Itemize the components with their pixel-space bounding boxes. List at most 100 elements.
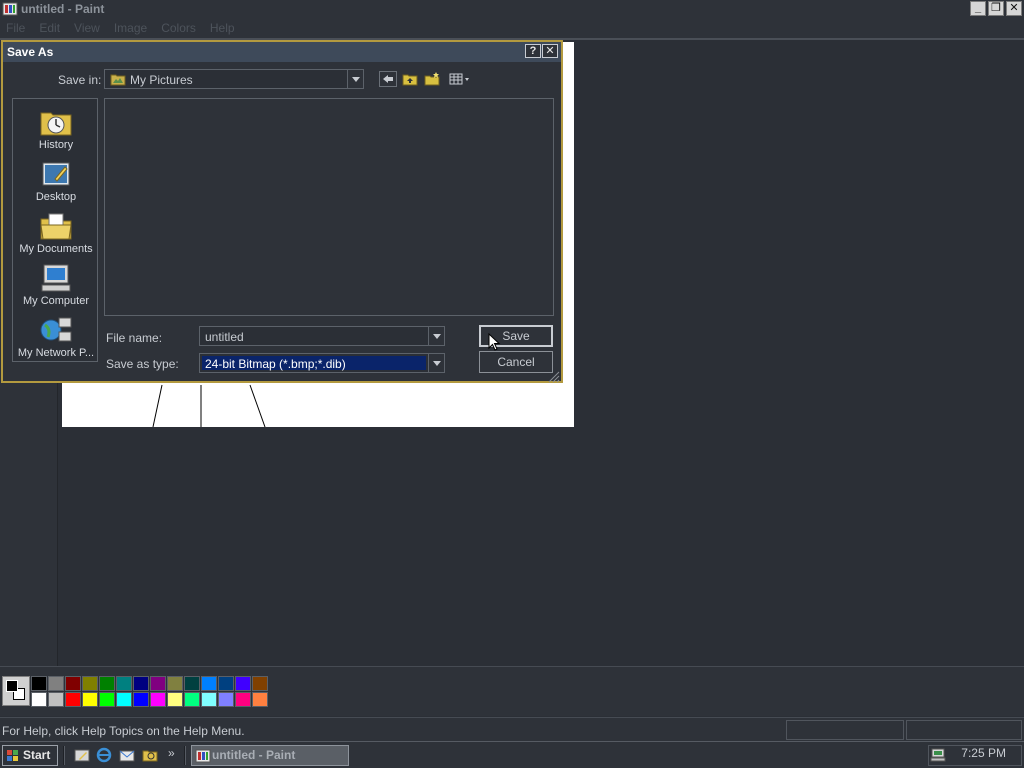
color-swatch[interactable] <box>235 676 251 691</box>
paint-app-icon <box>195 749 211 763</box>
color-swatch[interactable] <box>184 676 200 691</box>
minimize-button[interactable]: _ <box>970 1 986 16</box>
my-computer-icon <box>41 264 71 292</box>
restore-button[interactable]: ❐ <box>988 1 1004 16</box>
current-colors[interactable] <box>2 676 30 706</box>
color-swatch[interactable] <box>99 676 115 691</box>
color-swatch[interactable] <box>133 692 149 707</box>
color-swatch[interactable] <box>252 692 268 707</box>
resize-grip-icon[interactable] <box>548 371 560 383</box>
save-as-dialog: Save As ? ✕ Save in: My Pictures History… <box>1 40 563 383</box>
color-swatch[interactable] <box>184 692 200 707</box>
windows-logo-icon <box>7 750 18 761</box>
color-swatch[interactable] <box>150 676 166 691</box>
window-title: untitled - Paint <box>21 2 105 16</box>
place-label: My Documents <box>19 243 93 255</box>
quicklaunch-divider <box>63 746 65 765</box>
place-my-computer[interactable]: My Computer <box>13 259 99 311</box>
internet-explorer-icon[interactable] <box>96 747 112 763</box>
menu-colors[interactable]: Colors <box>161 21 196 35</box>
menu-help[interactable]: Help <box>210 21 235 35</box>
color-swatch[interactable] <box>48 692 64 707</box>
status-pane-coords <box>786 720 904 740</box>
chevron-down-icon[interactable] <box>428 354 444 372</box>
back-icon[interactable] <box>379 71 397 87</box>
menu-image[interactable]: Image <box>114 21 147 35</box>
foreground-color <box>6 680 18 692</box>
color-swatch[interactable] <box>31 676 47 691</box>
color-swatch[interactable] <box>99 692 115 707</box>
color-swatch[interactable] <box>150 692 166 707</box>
dialog-title: Save As <box>7 45 54 59</box>
place-desktop[interactable]: Desktop <box>13 155 99 207</box>
color-swatch[interactable] <box>116 676 132 691</box>
menu-view[interactable]: View <box>74 21 100 35</box>
desktop-icon <box>42 162 70 186</box>
network-tray-icon[interactable] <box>930 747 946 763</box>
place-label: My Computer <box>22 295 90 307</box>
menu-edit[interactable]: Edit <box>39 21 60 35</box>
color-swatch[interactable] <box>65 692 81 707</box>
dialog-close-button[interactable]: ✕ <box>542 44 558 58</box>
color-swatch[interactable] <box>31 692 47 707</box>
color-swatch[interactable] <box>218 676 234 691</box>
menu-bar: File Edit View Image Colors Help <box>0 18 1024 38</box>
place-label: Desktop <box>35 191 77 203</box>
color-swatch[interactable] <box>167 692 183 707</box>
place-my-network-places[interactable]: My Network P... <box>13 311 99 363</box>
taskbar-item-label: untitled - Paint <box>212 748 296 762</box>
place-history[interactable]: History <box>13 103 99 155</box>
dialog-title-bar[interactable]: Save As ? ✕ <box>3 42 561 62</box>
save-as-type-label: Save as type: <box>106 357 179 371</box>
view-menu-icon[interactable] <box>449 71 475 87</box>
chevron-down-icon[interactable] <box>347 70 363 88</box>
place-my-documents[interactable]: My Documents <box>13 207 99 259</box>
mouse-cursor-icon <box>488 333 501 351</box>
chevron-right-icon[interactable]: » <box>168 746 175 760</box>
color-swatch[interactable] <box>201 676 217 691</box>
windows-explorer-icon[interactable] <box>142 747 158 763</box>
taskbar: Start » untitled - Paint 7:25 PM <box>0 741 1024 768</box>
save-in-dropdown[interactable]: My Pictures <box>104 69 364 89</box>
new-folder-icon[interactable] <box>423 71 441 87</box>
color-swatch[interactable] <box>116 692 132 707</box>
color-swatch[interactable] <box>235 692 251 707</box>
color-swatch[interactable] <box>218 692 234 707</box>
status-pane-size <box>906 720 1022 740</box>
close-window-button[interactable]: ✕ <box>1006 1 1022 16</box>
show-desktop-icon[interactable] <box>74 747 90 763</box>
place-label: History <box>38 139 74 151</box>
status-bar: For Help, click Help Topics on the Help … <box>0 717 1024 741</box>
color-swatch[interactable] <box>82 676 98 691</box>
color-swatch[interactable] <box>65 676 81 691</box>
menu-file[interactable]: File <box>6 21 25 35</box>
save-as-type-value: 24-bit Bitmap (*.bmp;*.dib) <box>205 357 346 371</box>
outlook-express-icon[interactable] <box>119 747 135 763</box>
place-label: My Network P... <box>17 347 95 359</box>
my-documents-icon <box>40 213 72 240</box>
chevron-down-icon[interactable] <box>428 327 444 345</box>
save-in-label: Save in: <box>58 73 102 87</box>
status-help-text: For Help, click Help Topics on the Help … <box>2 724 245 738</box>
file-list[interactable] <box>104 98 554 316</box>
color-swatch[interactable] <box>252 676 268 691</box>
cancel-button[interactable]: Cancel <box>479 351 553 373</box>
color-swatch[interactable] <box>82 692 98 707</box>
help-button[interactable]: ? <box>525 44 541 58</box>
color-swatch[interactable] <box>48 676 64 691</box>
color-swatch[interactable] <box>167 676 183 691</box>
up-one-level-icon[interactable] <box>401 71 419 87</box>
save-as-type-dropdown[interactable]: 24-bit Bitmap (*.bmp;*.dib) <box>199 353 445 373</box>
file-name-input[interactable]: untitled <box>199 326 445 346</box>
color-swatch[interactable] <box>201 692 217 707</box>
title-bar[interactable]: untitled - Paint _ ❐ ✕ <box>0 0 1024 18</box>
taskbar-item-paint[interactable]: untitled - Paint <box>191 745 349 766</box>
my-pictures-folder-icon <box>110 74 126 86</box>
places-bar: History Desktop My Documents My Computer… <box>12 98 98 362</box>
taskbar-divider <box>184 746 186 765</box>
clock: 7:25 PM <box>961 746 1006 760</box>
start-button[interactable]: Start <box>2 745 58 766</box>
color-palette <box>31 676 268 707</box>
my-network-places-icon <box>40 317 72 342</box>
color-swatch[interactable] <box>133 676 149 691</box>
